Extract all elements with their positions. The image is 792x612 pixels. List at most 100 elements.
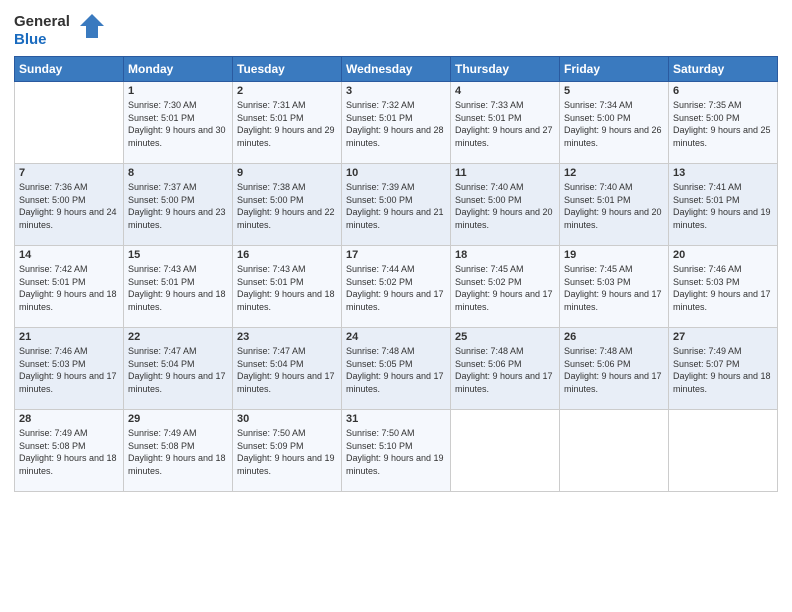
day-info: Sunrise: 7:48 AMSunset: 5:05 PMDaylight:…: [346, 345, 446, 395]
day-cell: [451, 410, 560, 492]
day-cell: 19Sunrise: 7:45 AMSunset: 5:03 PMDayligh…: [560, 246, 669, 328]
day-info: Sunrise: 7:50 AMSunset: 5:10 PMDaylight:…: [346, 427, 446, 477]
day-info: Sunrise: 7:43 AMSunset: 5:01 PMDaylight:…: [237, 263, 337, 313]
day-info: Sunrise: 7:43 AMSunset: 5:01 PMDaylight:…: [128, 263, 228, 313]
day-number: 19: [564, 249, 664, 261]
day-header: Wednesday: [342, 57, 451, 82]
day-cell: 22 Sunrise: 7:47 AMSunset: 5:04 PMDayligh…: [124, 328, 233, 410]
day-cell: 2 Sunrise: 7:31 AMSunset: 5:01 PMDaylight…: [233, 82, 342, 164]
day-info: Sunrise: 7:40 AMSunset: 5:01 PMDaylight:…: [564, 181, 664, 231]
day-number: 18: [455, 249, 555, 261]
day-cell: 25 Sunrise: 7:48 AMSunset: 5:06 PMDayligh…: [451, 328, 560, 410]
day-cell: 16 Sunrise: 7:43 AMSunset: 5:01 PMDayligh…: [233, 246, 342, 328]
day-cell: 29Sunrise: 7:49 AMSunset: 5:08 PMDayligh…: [124, 410, 233, 492]
day-number: 10: [346, 167, 446, 179]
day-cell: 9 Sunrise: 7:38 AMSunset: 5:00 PMDaylight…: [233, 164, 342, 246]
day-number: 21: [19, 331, 119, 343]
day-cell: 26 Sunrise: 7:48 AMSunset: 5:06 PMDayligh…: [560, 328, 669, 410]
day-cell: 10 Sunrise: 7:39 AMSunset: 5:00 PMDayligh…: [342, 164, 451, 246]
day-number: 7: [19, 167, 119, 179]
day-number: 4: [455, 85, 555, 97]
day-cell: 18 Sunrise: 7:45 AMSunset: 5:02 PMDayligh…: [451, 246, 560, 328]
logo: General Blue: [14, 10, 104, 48]
day-number: 24: [346, 331, 446, 343]
day-number: 1: [128, 85, 228, 97]
day-number: 13: [673, 167, 773, 179]
day-number: 17: [346, 249, 446, 261]
svg-text:Blue: Blue: [14, 31, 47, 48]
day-number: 5: [564, 85, 664, 97]
day-cell: 20Sunrise: 7:46 AMSunset: 5:03 PMDayligh…: [669, 246, 778, 328]
week-row: 21Sunrise: 7:46 AMSunset: 5:03 PMDayligh…: [15, 328, 778, 410]
day-cell: [560, 410, 669, 492]
day-cell: 5 Sunrise: 7:34 AMSunset: 5:00 PMDaylight…: [560, 82, 669, 164]
day-cell: 24 Sunrise: 7:48 AMSunset: 5:05 PMDayligh…: [342, 328, 451, 410]
day-cell: 11 Sunrise: 7:40 AMSunset: 5:00 PMDayligh…: [451, 164, 560, 246]
day-info: Sunrise: 7:40 AMSunset: 5:00 PMDaylight:…: [455, 181, 555, 231]
day-header: Sunday: [15, 57, 124, 82]
day-info: Sunrise: 7:49 AMSunset: 5:07 PMDaylight:…: [673, 345, 773, 395]
day-number: 30: [237, 413, 337, 425]
day-info: Sunrise: 7:48 AMSunset: 5:06 PMDaylight:…: [455, 345, 555, 395]
day-info: Sunrise: 7:47 AMSunset: 5:04 PMDaylight:…: [128, 345, 228, 395]
day-number: 31: [346, 413, 446, 425]
day-number: 3: [346, 85, 446, 97]
day-number: 29: [128, 413, 228, 425]
day-cell: 31 Sunrise: 7:50 AMSunset: 5:10 PMDayligh…: [342, 410, 451, 492]
day-info: Sunrise: 7:34 AMSunset: 5:00 PMDaylight:…: [564, 99, 664, 149]
day-info: Sunrise: 7:46 AMSunset: 5:03 PMDaylight:…: [673, 263, 773, 313]
day-cell: 3 Sunrise: 7:32 AMSunset: 5:01 PMDaylight…: [342, 82, 451, 164]
day-number: 22: [128, 331, 228, 343]
day-info: Sunrise: 7:39 AMSunset: 5:00 PMDaylight:…: [346, 181, 446, 231]
week-row: 14Sunrise: 7:42 AMSunset: 5:01 PMDayligh…: [15, 246, 778, 328]
day-info: Sunrise: 7:37 AMSunset: 5:00 PMDaylight:…: [128, 181, 228, 231]
calendar-table: SundayMondayTuesdayWednesdayThursdayFrid…: [14, 56, 778, 492]
day-number: 26: [564, 331, 664, 343]
day-cell: 1 Sunrise: 7:30 AMSunset: 5:01 PMDaylight…: [124, 82, 233, 164]
day-number: 11: [455, 167, 555, 179]
day-number: 14: [19, 249, 119, 261]
day-info: Sunrise: 7:50 AMSunset: 5:09 PMDaylight:…: [237, 427, 337, 477]
day-info: Sunrise: 7:38 AMSunset: 5:00 PMDaylight:…: [237, 181, 337, 231]
day-header: Saturday: [669, 57, 778, 82]
calendar-container: General Blue SundayMondayTuesdayWednesda…: [0, 0, 792, 612]
day-info: Sunrise: 7:41 AMSunset: 5:01 PMDaylight:…: [673, 181, 773, 231]
day-cell: 12 Sunrise: 7:40 AMSunset: 5:01 PMDayligh…: [560, 164, 669, 246]
day-info: Sunrise: 7:45 AMSunset: 5:02 PMDaylight:…: [455, 263, 555, 313]
day-info: Sunrise: 7:47 AMSunset: 5:04 PMDaylight:…: [237, 345, 337, 395]
day-cell: 15Sunrise: 7:43 AMSunset: 5:01 PMDayligh…: [124, 246, 233, 328]
header-row: SundayMondayTuesdayWednesdayThursdayFrid…: [15, 57, 778, 82]
logo-svg: General Blue: [14, 10, 104, 48]
svg-text:General: General: [14, 13, 70, 30]
day-info: Sunrise: 7:44 AMSunset: 5:02 PMDaylight:…: [346, 263, 446, 313]
day-cell: 30 Sunrise: 7:50 AMSunset: 5:09 PMDayligh…: [233, 410, 342, 492]
day-header: Monday: [124, 57, 233, 82]
day-cell: [15, 82, 124, 164]
day-cell: 8 Sunrise: 7:37 AMSunset: 5:00 PMDaylight…: [124, 164, 233, 246]
day-info: Sunrise: 7:36 AMSunset: 5:00 PMDaylight:…: [19, 181, 119, 231]
day-info: Sunrise: 7:48 AMSunset: 5:06 PMDaylight:…: [564, 345, 664, 395]
day-cell: [669, 410, 778, 492]
day-info: Sunrise: 7:32 AMSunset: 5:01 PMDaylight:…: [346, 99, 446, 149]
day-number: 6: [673, 85, 773, 97]
day-cell: 27Sunrise: 7:49 AMSunset: 5:07 PMDayligh…: [669, 328, 778, 410]
day-info: Sunrise: 7:31 AMSunset: 5:01 PMDaylight:…: [237, 99, 337, 149]
day-number: 9: [237, 167, 337, 179]
day-number: 16: [237, 249, 337, 261]
day-cell: 23 Sunrise: 7:47 AMSunset: 5:04 PMDayligh…: [233, 328, 342, 410]
day-number: 8: [128, 167, 228, 179]
day-info: Sunrise: 7:30 AMSunset: 5:01 PMDaylight:…: [128, 99, 228, 149]
week-row: 1 Sunrise: 7:30 AMSunset: 5:01 PMDaylight…: [15, 82, 778, 164]
day-cell: 7 Sunrise: 7:36 AMSunset: 5:00 PMDaylight…: [15, 164, 124, 246]
week-row: 28Sunrise: 7:49 AMSunset: 5:08 PMDayligh…: [15, 410, 778, 492]
day-info: Sunrise: 7:35 AMSunset: 5:00 PMDaylight:…: [673, 99, 773, 149]
day-cell: 17 Sunrise: 7:44 AMSunset: 5:02 PMDayligh…: [342, 246, 451, 328]
day-header: Friday: [560, 57, 669, 82]
day-number: 12: [564, 167, 664, 179]
day-number: 2: [237, 85, 337, 97]
day-number: 23: [237, 331, 337, 343]
day-cell: 21Sunrise: 7:46 AMSunset: 5:03 PMDayligh…: [15, 328, 124, 410]
day-header: Thursday: [451, 57, 560, 82]
day-cell: 14Sunrise: 7:42 AMSunset: 5:01 PMDayligh…: [15, 246, 124, 328]
day-number: 25: [455, 331, 555, 343]
